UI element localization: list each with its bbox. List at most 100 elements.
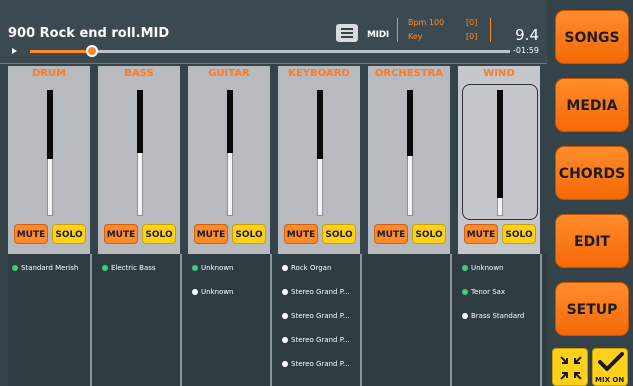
instrument-label: Rock Organ (291, 264, 332, 272)
mute-button[interactable]: MUTE (14, 224, 48, 244)
instrument-item[interactable]: Unknown (192, 288, 272, 296)
midi-logo: MIDI (367, 30, 389, 40)
song-title: 900 Rock end roll.MID (8, 26, 170, 41)
status-dot-icon (102, 265, 108, 271)
fader-level (497, 90, 503, 199)
sidebar-button-edit[interactable]: EDIT (555, 214, 629, 268)
instrument-label: Stereo Grand P... (291, 360, 350, 368)
mix-on-label: MIX ON (595, 376, 625, 384)
solo-button[interactable]: SOLO (322, 224, 356, 244)
instrument-item[interactable]: Tenor Sax (462, 288, 542, 296)
checkmark-icon (598, 352, 624, 371)
volume-fader[interactable] (314, 90, 326, 216)
key-label: Key (408, 32, 423, 41)
volume-fader[interactable] (44, 90, 56, 216)
sidebar-button-chords[interactable]: CHORDS (555, 146, 629, 200)
instrument-item[interactable]: Electric Bass (102, 264, 182, 272)
volume-fader[interactable] (404, 90, 416, 216)
mute-button[interactable]: MUTE (194, 224, 228, 244)
instrument-label: Electric Bass (111, 264, 156, 272)
list-icon-line (341, 32, 353, 34)
instrument-item[interactable]: Stereo Grand P... (282, 312, 362, 320)
channel-strip-keyboard[interactable]: KEYBOARD MUTE SOLO (278, 66, 362, 254)
instrument-column: Unknown Unknown (188, 254, 272, 386)
key-offset: [0] (466, 32, 478, 41)
sidebar-button-songs[interactable]: SONGS (555, 10, 629, 64)
status-dot-icon (462, 289, 468, 295)
mute-button[interactable]: MUTE (464, 224, 498, 244)
instrument-column (368, 254, 452, 386)
mute-button[interactable]: MUTE (284, 224, 318, 244)
progress-slider[interactable] (30, 45, 510, 57)
fader-level (137, 90, 143, 153)
progress-knob[interactable] (86, 45, 99, 57)
sidebar-button-media[interactable]: MEDIA (555, 78, 629, 132)
sidebar: SONGS MEDIA CHORDS EDIT SETUP (549, 0, 633, 386)
instrument-column: Standard Merish (8, 254, 92, 386)
channel-strip-drum[interactable]: DRUM MUTE SOLO (8, 66, 92, 254)
status-dot-icon (282, 361, 288, 367)
instrument-item[interactable]: Unknown (192, 264, 272, 272)
solo-button[interactable]: SOLO (52, 224, 86, 244)
status-dot-icon (282, 289, 288, 295)
fader-level (47, 90, 53, 160)
channel-strip-guitar[interactable]: GUITAR MUTE SOLO (188, 66, 272, 254)
channel-strip-orchestra[interactable]: ORCHESTRA MUTE SOLO (368, 66, 452, 254)
status-dot-icon (462, 265, 468, 271)
channel-name: GUITAR (208, 68, 250, 79)
instrument-label: Brass Standard (471, 312, 525, 320)
sidebar-button-setup[interactable]: SETUP (555, 282, 629, 336)
channel-strip-bass[interactable]: BASS MUTE SOLO (98, 66, 182, 254)
status-dot-icon (192, 265, 198, 271)
fader-level (407, 90, 413, 156)
collapse-arrows-icon (560, 356, 582, 380)
list-menu-button[interactable] (336, 24, 358, 42)
instrument-label: Tenor Sax (471, 288, 506, 296)
instrument-list-area: Standard Merish Electric Bass Unknown Unkno… (8, 254, 547, 386)
instrument-column: Electric Bass (98, 254, 182, 386)
instrument-item[interactable]: Stereo Grand P... (282, 360, 362, 368)
header-divider (397, 18, 398, 42)
progress-fill (30, 50, 93, 53)
instrument-label: Stereo Grand P... (291, 288, 350, 296)
play-icon[interactable] (12, 48, 17, 54)
app-window: 900 Rock end roll.MID MIDI Bpm 100 [0] K… (0, 0, 633, 386)
header-divider (490, 18, 491, 42)
volume-fader[interactable] (134, 90, 146, 216)
solo-button[interactable]: SOLO (502, 224, 536, 244)
volume-fader[interactable] (494, 90, 506, 216)
instrument-item[interactable]: Stereo Grand P... (282, 288, 362, 296)
instrument-item[interactable]: Unknown (462, 264, 542, 272)
instrument-item[interactable]: Rock Organ (282, 264, 362, 272)
instrument-label: Unknown (471, 264, 504, 272)
mute-button[interactable]: MUTE (104, 224, 138, 244)
status-dot-icon (282, 265, 288, 271)
fader-level (317, 90, 323, 160)
mix-on-button[interactable]: MIX ON (592, 348, 628, 386)
mute-button[interactable]: MUTE (374, 224, 408, 244)
fader-level (227, 90, 233, 153)
bpm-offset: [0] (466, 18, 478, 27)
instrument-item[interactable]: Standard Merish (12, 264, 92, 272)
volume-fader[interactable] (224, 90, 236, 216)
bpm-label: Bpm 100 (408, 18, 445, 27)
instrument-label: Unknown (201, 288, 234, 296)
channel-name: KEYBOARD (288, 68, 350, 79)
instrument-item[interactable]: Stereo Grand P... (282, 336, 362, 344)
channel-name: WIND (483, 68, 515, 79)
collapse-button[interactable] (552, 348, 588, 386)
solo-button[interactable]: SOLO (232, 224, 266, 244)
instrument-label: Stereo Grand P... (291, 312, 350, 320)
instrument-column: Rock Organ Stereo Grand P... Stereo Grand … (278, 254, 362, 386)
bottom-tools: MIX ON (552, 348, 632, 386)
status-dot-icon (12, 265, 18, 271)
status-dot-icon (282, 313, 288, 319)
instrument-label: Stereo Grand P... (291, 336, 350, 344)
instrument-item[interactable]: Brass Standard (462, 312, 542, 320)
solo-button[interactable]: SOLO (142, 224, 176, 244)
solo-button[interactable]: SOLO (412, 224, 446, 244)
channel-name: DRUM (31, 68, 67, 79)
status-dot-icon (462, 313, 468, 319)
channel-strip-wind[interactable]: WIND MUTE SOLO (458, 66, 542, 254)
instrument-label: Standard Merish (21, 264, 79, 272)
